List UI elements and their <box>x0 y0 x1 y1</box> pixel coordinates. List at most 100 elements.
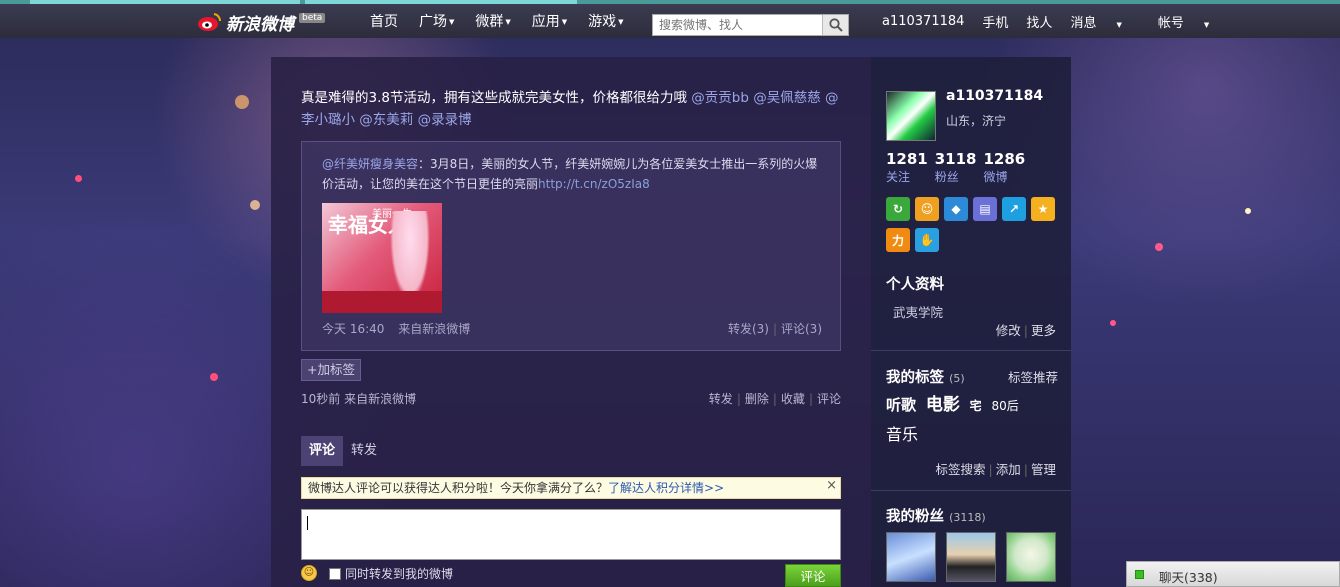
caret-down-icon: ▼ <box>618 18 624 26</box>
bg-light <box>1110 320 1116 326</box>
stat-posts[interactable]: 1286 微博 <box>984 150 1026 185</box>
emoticon-icon[interactable]: ☺ <box>301 565 317 581</box>
fans-list <box>886 532 1066 582</box>
stat-number: 1281 <box>886 150 928 168</box>
repost-url-link[interactable]: http://t.cn/zO5zIa8 <box>538 177 650 191</box>
notice-link[interactable]: 了解达人积分详情>> <box>608 481 724 495</box>
tag-item[interactable]: 音乐 <box>886 421 1061 445</box>
tag-list: 听歌 电影 宅 80后 音乐 <box>886 390 1061 445</box>
app-power-icon[interactable]: 力 <box>886 228 910 252</box>
separator: | <box>772 392 777 406</box>
mention-link[interactable]: @吴佩慈慈 <box>753 90 821 106</box>
stat-label: 粉丝 <box>934 170 959 184</box>
edit-profile-link[interactable]: 修改 <box>996 323 1021 338</box>
app-share-icon[interactable]: ↗ <box>1002 197 1026 221</box>
fans-title: 我的粉丝 <box>886 509 944 525</box>
nav-square[interactable]: 广场 ▼ <box>419 11 454 31</box>
bg-light <box>210 373 218 381</box>
app-star-icon[interactable]: ★ <box>1031 197 1055 221</box>
separator: | <box>772 322 777 336</box>
sidebar-username[interactable]: a110371184 <box>946 88 1043 104</box>
tag-item[interactable]: 宅 <box>970 399 982 413</box>
bg-light <box>235 95 249 109</box>
bg-light <box>1245 208 1251 214</box>
bg-light <box>250 200 260 210</box>
delete-link[interactable]: 删除 <box>745 392 769 406</box>
tag-recommend-link[interactable]: 标签推荐 <box>1008 367 1058 386</box>
phone-link[interactable]: 手机 <box>982 12 1008 31</box>
tag-add-link[interactable]: 添加 <box>996 462 1021 477</box>
post-meta: 10秒前 来自新浪微博 转发 | 删除 | 收藏 | 评论 <box>301 390 841 407</box>
weibo-logo[interactable]: 新浪微博 beta <box>197 9 326 35</box>
tag-item[interactable]: 听歌 <box>886 396 916 414</box>
caret-down-icon: ▼ <box>505 18 511 26</box>
also-forward-option[interactable]: 同时转发到我的微博 <box>329 565 453 582</box>
comment-link[interactable]: 评论 <box>817 392 841 406</box>
mention-link[interactable]: @录录博 <box>418 112 472 128</box>
fan-avatar[interactable] <box>886 532 936 582</box>
username-link[interactable]: a110371184 <box>882 14 964 29</box>
comment-tabs: 评论 转发 <box>301 436 385 466</box>
app-green-icon[interactable]: ↻ <box>886 197 910 221</box>
image-banner <box>322 291 442 313</box>
repost-comment-link[interactable]: 评论(3) <box>781 322 822 336</box>
chat-bar[interactable]: 聊天(338) <box>1126 561 1340 587</box>
fan-avatar[interactable] <box>946 532 996 582</box>
nav-home[interactable]: 首页 <box>370 11 398 31</box>
app-hand-icon[interactable]: ✋ <box>915 228 939 252</box>
divider <box>871 350 1071 351</box>
app-chat-icon[interactable]: ▤ <box>973 197 997 221</box>
mention-link[interactable]: @东美莉 <box>359 112 413 128</box>
stat-number: 3118 <box>934 150 977 168</box>
search-button[interactable] <box>822 15 848 35</box>
caret-down-icon: ▼ <box>561 18 568 26</box>
stat-followers[interactable]: 3118 粉丝 <box>935 150 977 185</box>
add-tag-button[interactable]: +加标签 <box>301 359 361 381</box>
repost-forward-link[interactable]: 转发(3) <box>728 322 769 336</box>
forward-link[interactable]: 转发 <box>709 392 733 406</box>
tag-search-link[interactable]: 标签搜索 <box>936 462 986 477</box>
tab-forwards[interactable]: 转发 <box>343 436 385 466</box>
stat-following[interactable]: 1281 关注 <box>886 150 928 185</box>
also-forward-checkbox[interactable] <box>329 567 341 580</box>
user-nav: a110371184 手机 找人 消息 ▼ 帐号 ▼ <box>882 4 1245 38</box>
nav-apps[interactable]: 应用 ▼ <box>532 11 567 31</box>
find-people-link[interactable]: 找人 <box>1026 12 1052 31</box>
top-navigation-bar: 新浪微博 beta 首页 广场▼ 微群▼ 应用▼ 游戏▼ a110371184 … <box>0 0 1340 38</box>
messages-menu[interactable]: 消息 ▼ <box>1070 12 1139 31</box>
comment-input[interactable] <box>301 509 841 560</box>
notice-text: 微博达人评论可以获得达人积分啦！今天你拿满分了么？ <box>308 481 609 495</box>
account-menu[interactable]: 帐号 ▼ <box>1158 12 1227 31</box>
avatar[interactable] <box>886 91 936 141</box>
search-icon <box>828 18 843 32</box>
app-face-icon[interactable]: ☺ <box>915 197 939 221</box>
search-input[interactable] <box>653 15 823 35</box>
more-profile-link[interactable]: 更多 <box>1031 323 1056 338</box>
online-status-icon <box>1135 570 1144 579</box>
tag-manage-link[interactable]: 管理 <box>1031 462 1056 477</box>
image-figure <box>390 211 430 301</box>
repost-author-link[interactable]: @纤美妍瘦身美容 <box>322 157 418 171</box>
nav-games[interactable]: 游戏 ▼ <box>588 11 623 31</box>
submit-comment-button[interactable]: 评论 <box>785 564 841 587</box>
close-icon[interactable]: × <box>826 476 837 496</box>
separator: | <box>988 462 993 477</box>
tag-item[interactable]: 80后 <box>992 399 1019 413</box>
profile-links: 修改 | 更多 <box>996 320 1056 339</box>
mention-link[interactable]: @贡贡bb <box>691 90 749 106</box>
app-drop-icon[interactable]: ◆ <box>944 197 968 221</box>
repost-actions: 转发(3) | 评论(3) <box>728 320 822 337</box>
fan-avatar[interactable] <box>1006 532 1056 582</box>
tags-count: (5) <box>949 372 965 385</box>
favorite-link[interactable]: 收藏 <box>781 392 805 406</box>
tab-comments[interactable]: 评论 <box>301 436 344 466</box>
repost-time[interactable]: 今天 16:40 <box>322 322 384 336</box>
repost-image[interactable]: 幸福女人 美丽一生 <box>322 203 442 313</box>
bg-light <box>1155 243 1163 251</box>
logo-text: 新浪微博 <box>226 14 294 35</box>
profile-sidebar: a110371184 山东，济宁 1281 关注 3118 粉丝 1286 微博… <box>871 57 1071 587</box>
tag-links: 标签搜索 | 添加 | 管理 <box>936 459 1056 478</box>
nav-groups[interactable]: 微群 ▼ <box>475 11 510 31</box>
tag-item[interactable]: 电影 <box>926 395 960 415</box>
profile-school: 武夷学院 <box>893 305 944 320</box>
